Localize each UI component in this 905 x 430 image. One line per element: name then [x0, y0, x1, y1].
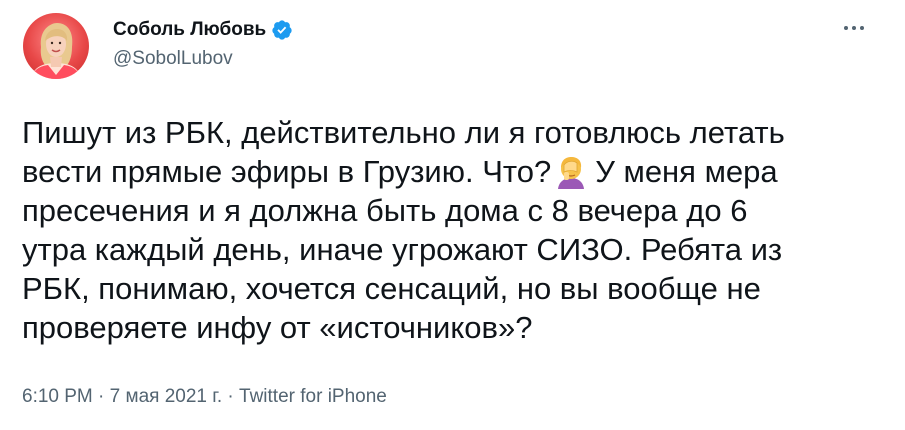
meta-separator: ·: [98, 386, 105, 407]
verified-badge-icon: [271, 19, 293, 41]
tweet-date-link[interactable]: 7 мая 2021 г.: [110, 386, 222, 407]
tweet-line: Пишут из РБК, действительно ли я готовлю…: [22, 115, 785, 150]
tweet-line-part: У меня мера: [595, 154, 778, 189]
tweet-line: утра каждый день, иначе угрожают СИЗО. Р…: [22, 232, 783, 267]
tweet-text: Пишут из РБК, действительно ли я готовлю…: [22, 113, 902, 347]
meta-separator: ·: [227, 386, 234, 407]
person-facepalming-emoji: [553, 153, 589, 189]
avatar-portrait: [31, 23, 81, 79]
tweet-line: РБК, понимаю, хочется сенсаций, но вы во…: [22, 271, 761, 306]
tweet-line: пресечения и я должна быть дома с 8 вече…: [22, 193, 748, 228]
display-name[interactable]: Соболь Любовь: [113, 18, 266, 42]
tweet-meta: 6:10 PM · 7 мая 2021 г. · Twitter for iP…: [22, 385, 387, 409]
tweet-source-link[interactable]: Twitter for iPhone: [239, 386, 387, 407]
user-name-row: Соболь Любовь: [113, 18, 293, 42]
more-horizontal-icon[interactable]: [837, 16, 871, 40]
tweet-time-link[interactable]: 6:10 PM: [22, 386, 93, 407]
user-handle[interactable]: @SobolLubov: [113, 47, 233, 71]
avatar[interactable]: [23, 13, 89, 79]
tweet-line: проверяете инфу от «источников»?: [22, 310, 533, 345]
tweet-line: вести прямые эфиры в Грузию. Что? У меня…: [22, 152, 902, 191]
tweet-line-part: вести прямые эфиры в Грузию. Что?: [22, 154, 552, 189]
tweet-card: Соболь Любовь @SobolLubov Пишут из РБК, …: [0, 0, 905, 430]
